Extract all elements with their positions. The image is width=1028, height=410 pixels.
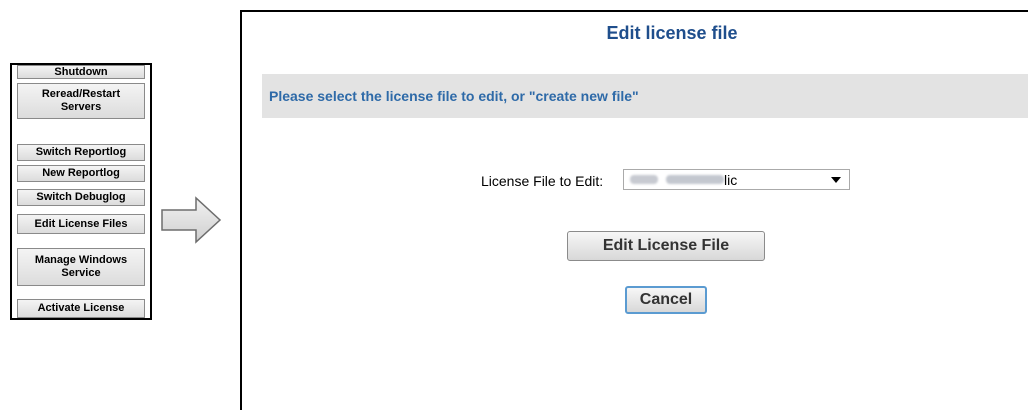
manage-windows-service-button[interactable]: Manage Windows Service <box>17 248 145 286</box>
license-file-select[interactable]: lic <box>623 169 850 190</box>
redacted-filename <box>666 175 724 184</box>
cancel-button[interactable]: Cancel <box>625 286 707 314</box>
instruction-text: Please select the license file to edit, … <box>269 88 639 104</box>
redacted-filename <box>630 175 658 184</box>
selected-file-suffix: lic <box>724 172 738 188</box>
chevron-down-icon <box>831 177 841 183</box>
instruction-banner: Please select the license file to edit, … <box>262 74 1028 118</box>
right-arrow-icon <box>161 196 222 244</box>
license-file-label: License File to Edit: <box>481 173 604 189</box>
switch-debuglog-button[interactable]: Switch Debuglog <box>17 189 145 206</box>
new-reportlog-button[interactable]: New Reportlog <box>17 165 145 182</box>
edit-license-dialog: Edit license file Please select the lice… <box>240 10 1028 410</box>
server-menu-panel: Shutdown Reread/Restart Servers Switch R… <box>10 63 152 320</box>
reread-restart-servers-button[interactable]: Reread/Restart Servers <box>17 83 145 119</box>
page-title: Edit license file <box>606 23 738 43</box>
shutdown-button[interactable]: Shutdown <box>17 65 145 79</box>
edit-license-file-button[interactable]: Edit License File <box>567 231 765 261</box>
activate-license-button[interactable]: Activate License <box>17 299 145 318</box>
switch-reportlog-button[interactable]: Switch Reportlog <box>17 144 145 161</box>
edit-license-files-button[interactable]: Edit License Files <box>17 214 145 234</box>
